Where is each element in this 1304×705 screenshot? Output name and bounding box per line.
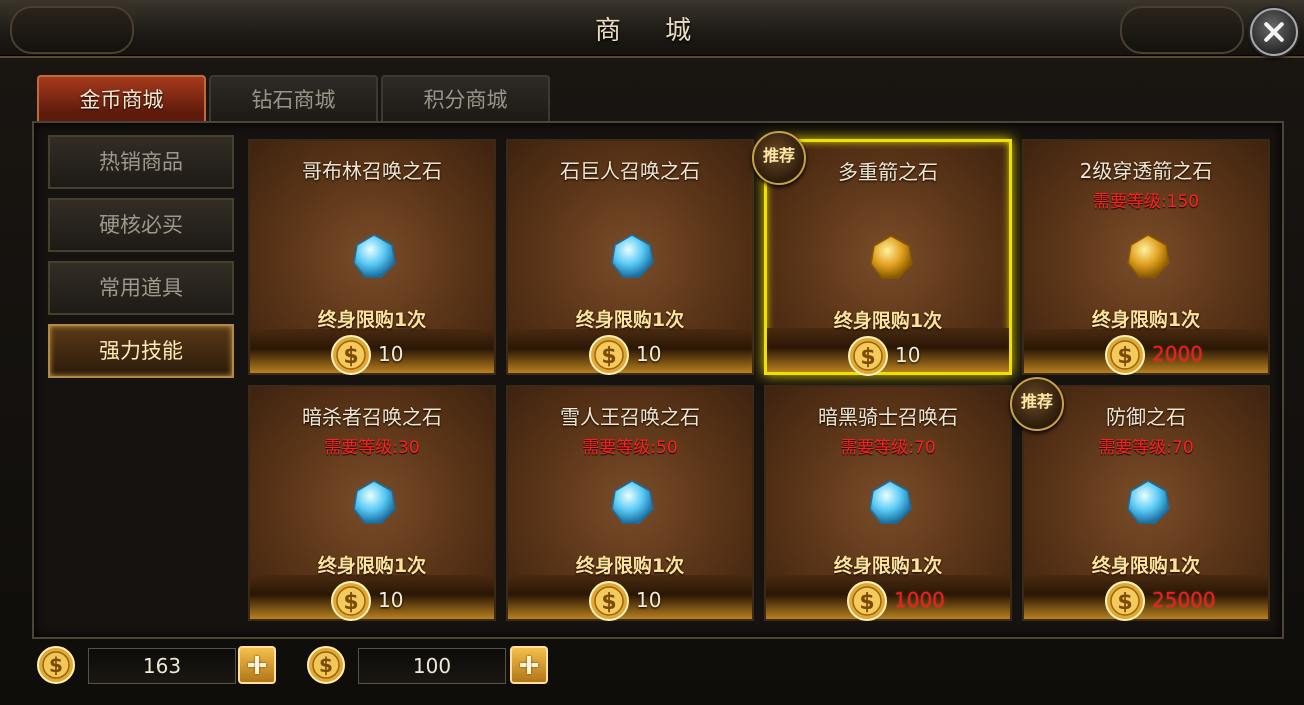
title-bar: 商 城 — [0, 0, 1304, 58]
sidebar-item-common-items[interactable]: 常用道具 — [48, 261, 234, 315]
add-silver-button[interactable] — [510, 646, 548, 684]
svg-text:$: $ — [1117, 590, 1132, 615]
gold-coin-icon: $ — [588, 580, 630, 622]
close-icon[interactable] — [1250, 8, 1298, 56]
blue-gem-icon — [867, 479, 913, 525]
item-name: 哥布林召唤之石 — [302, 159, 442, 183]
item-name: 暗黑骑士召唤石 — [818, 405, 958, 429]
purchase-limit: 终身限购1次 — [575, 555, 685, 577]
item-price: 2000 — [1152, 342, 1203, 366]
tab-points-shop[interactable]: 积分商城 — [381, 75, 550, 123]
item-price: 10 — [378, 588, 404, 612]
gold-gem-icon — [868, 234, 914, 280]
window-title: 商 城 — [594, 16, 710, 46]
svg-text:$: $ — [319, 653, 333, 677]
price-bar — [250, 575, 494, 619]
item-price: 25000 — [1152, 588, 1216, 612]
item-level-requirement: 需要等级:70 — [1098, 438, 1194, 458]
item-price: 10 — [378, 342, 404, 366]
gold-coin-icon: $ — [1104, 334, 1146, 376]
purchase-limit: 终身限购1次 — [833, 555, 943, 577]
item-card[interactable]: 暗黑骑士召唤石需要等级:70 终身限购1次 $1000 — [764, 385, 1012, 621]
svg-text:$: $ — [49, 653, 63, 677]
purchase-limit: 终身限购1次 — [1091, 555, 1201, 577]
sidebar-item-must-buy[interactable]: 硬核必买 — [48, 198, 234, 252]
gold-coin-icon: $ — [330, 580, 372, 622]
price-bar — [508, 575, 752, 619]
item-card[interactable]: 防御之石 需要等级:70 终身限购1次 $25000 — [1022, 385, 1270, 621]
svg-text:$: $ — [343, 344, 358, 369]
silver-amount-field: 100 — [358, 648, 506, 684]
item-name: 石巨人召唤之石 — [560, 159, 700, 183]
svg-text:$: $ — [860, 345, 875, 370]
gold-coin-icon: $ — [847, 335, 889, 377]
purchase-limit: 终身限购1次 — [317, 555, 427, 577]
gold-coin-icon: $ — [846, 580, 888, 622]
recommended-badge-icon: 推荐 — [752, 131, 806, 185]
item-name: 暗杀者召唤之石 — [302, 405, 442, 429]
shop-panel: 热销商品 硬核必买 常用道具 强力技能 哥布林召唤之石 终身限购1次 $10 石巨人召… — [32, 121, 1284, 639]
svg-text:$: $ — [859, 590, 874, 615]
item-level-requirement: 需要等级:50 — [582, 438, 678, 458]
svg-text:$: $ — [601, 344, 616, 369]
item-name: 雪人王召唤之石 — [560, 405, 700, 429]
item-card[interactable]: 石巨人召唤之石 终身限购1次 $10 — [506, 139, 754, 375]
gold-coin-icon: $ — [588, 334, 630, 376]
item-price: 10 — [636, 342, 662, 366]
purchase-limit: 终身限购1次 — [317, 309, 427, 331]
gold-coin-icon: $ — [37, 646, 75, 684]
blue-gem-icon — [351, 479, 397, 525]
svg-text:$: $ — [343, 590, 358, 615]
item-card[interactable]: 2级穿透箭之石需要等级:150 终身限购1次 $2000 — [1022, 139, 1270, 375]
price-bar — [1024, 575, 1268, 619]
shop-window: 商 城 金币商城 钻石商城 积分商城 热销商品 硬核必买 常用道具 强力技能 哥… — [0, 0, 1304, 705]
gold-gem-icon — [1125, 233, 1171, 279]
item-card[interactable]: 暗杀者召唤之石需要等级:30 终身限购1次 $10 — [248, 385, 496, 621]
item-level-requirement: 需要等级:70 — [840, 438, 936, 458]
tab-diamond-shop[interactable]: 钻石商城 — [209, 75, 378, 123]
blue-gem-icon — [609, 479, 655, 525]
silver-coin-icon: $ — [307, 646, 345, 684]
purchase-limit: 终身限购1次 — [833, 310, 943, 332]
item-card[interactable]: 多重箭之石 终身限购1次 $10 — [764, 139, 1012, 377]
blue-gem-icon — [1125, 479, 1171, 525]
sidebar-item-hot-sale[interactable]: 热销商品 — [48, 135, 234, 189]
tab-gold-shop[interactable]: 金币商城 — [37, 75, 206, 123]
item-card[interactable]: 雪人王召唤之石需要等级:50 终身限购1次 $10 — [506, 385, 754, 621]
price-bar — [508, 329, 752, 373]
purchase-limit: 终身限购1次 — [575, 309, 685, 331]
add-gold-button[interactable] — [238, 646, 276, 684]
purchase-limit: 终身限购1次 — [1091, 309, 1201, 331]
blue-gem-icon — [609, 233, 655, 279]
price-bar — [1024, 329, 1268, 373]
gold-coin-icon: $ — [330, 334, 372, 376]
price-bar — [250, 329, 494, 373]
blue-gem-icon — [351, 233, 397, 279]
gold-amount-field: 163 — [88, 648, 236, 684]
item-price: 1000 — [894, 588, 945, 612]
price-bar — [766, 575, 1010, 619]
recommended-badge-icon: 推荐 — [1010, 377, 1064, 431]
svg-text:$: $ — [601, 590, 616, 615]
item-level-requirement: 需要等级:150 — [1092, 192, 1200, 212]
sidebar-item-power-skills[interactable]: 强力技能 — [48, 324, 234, 378]
item-name: 2级穿透箭之石 — [1079, 159, 1213, 183]
item-price: 10 — [895, 343, 921, 367]
svg-text:$: $ — [1117, 344, 1132, 369]
item-card[interactable]: 哥布林召唤之石 终身限购1次 $10 — [248, 139, 496, 375]
item-price: 10 — [636, 588, 662, 612]
item-level-requirement: 需要等级:30 — [324, 438, 420, 458]
gold-coin-icon: $ — [1104, 580, 1146, 622]
